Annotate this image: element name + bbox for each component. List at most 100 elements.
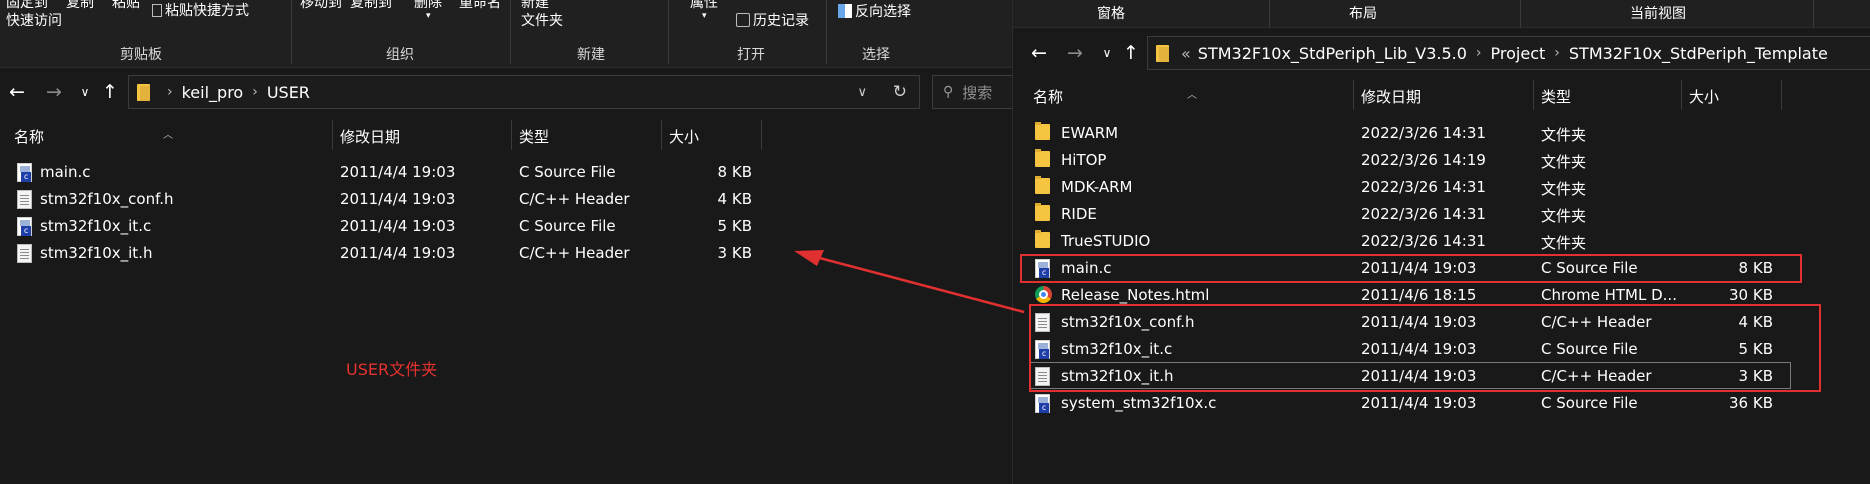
breadcrumb-item[interactable]: USER (267, 83, 310, 102)
file-row[interactable]: TrueSTUDIO 2022/3/26 14:31 文件夹 (1013, 228, 1870, 255)
address-history-chevron-icon[interactable]: ∨ (857, 85, 867, 100)
column-size[interactable]: 大小 (669, 126, 699, 147)
file-type: 文件夹 (1541, 126, 1587, 144)
pin-label-line1: 固定到 (6, 0, 48, 11)
file-type: Chrome HTML D... (1541, 286, 1677, 304)
new-folder-label-line2: 文件夹 (521, 13, 563, 29)
folder-icon (1035, 122, 1050, 140)
file-name: stm32f10x_it.h (40, 244, 153, 262)
file-row[interactable]: EWARM 2022/3/26 14:31 文件夹 (1013, 120, 1870, 147)
copy-to-button[interactable]: 复制到 (350, 0, 392, 12)
column-divider[interactable] (1781, 80, 1782, 110)
file-row[interactable]: HiTOP 2022/3/26 14:19 文件夹 (1013, 147, 1870, 174)
ribbon-divider (668, 0, 669, 64)
history-icon (736, 13, 750, 27)
history-label: 历史记录 (753, 13, 809, 29)
breadcrumb-item[interactable]: Project (1491, 44, 1546, 63)
invert-selection-icon (838, 4, 852, 18)
ribbon-tab-current-view[interactable]: 当前视图 (1630, 5, 1686, 23)
ribbon-tab-layout[interactable]: 布局 (1349, 5, 1377, 23)
ribbon-divider (291, 0, 292, 64)
delete-button[interactable]: 删除 ▾ (414, 0, 442, 21)
back-button[interactable]: ← (6, 79, 28, 105)
column-date[interactable]: 修改日期 (1361, 86, 1421, 107)
file-row[interactable]: system_stm32f10x.c 2011/4/4 19:03 C Source… (1013, 390, 1870, 417)
column-divider[interactable] (332, 120, 333, 150)
up-button[interactable]: ↑ (99, 79, 121, 105)
address-bar[interactable]: « STM32F10x_StdPeriph_Lib_V3.5.0 › Proje… (1147, 36, 1870, 70)
move-to-button[interactable]: 移动到 (300, 0, 342, 12)
breadcrumb-item[interactable]: STM32F10x_StdPeriph_Template (1569, 44, 1828, 63)
left-ribbon: 固定到 快速访问 复制 粘贴 粘贴快捷方式 移动到 复制到 删除 ▾ 重命名 新建… (0, 0, 1012, 68)
ribbon-group-new: 新建 (577, 47, 605, 63)
recent-locations-button[interactable]: ∨ (74, 79, 96, 105)
paste-button[interactable]: 粘贴 (112, 0, 140, 12)
file-row[interactable]: stm32f10x_it.c 2011/4/4 19:03 C Source Fil… (0, 213, 1012, 240)
back-button[interactable]: ← (1028, 40, 1050, 66)
header-file-icon (17, 244, 32, 263)
column-date[interactable]: 修改日期 (340, 126, 400, 147)
right-arrow-icon: → (1067, 42, 1083, 64)
file-row[interactable]: stm32f10x_it.h 2011/4/4 19:03 C/C++ Header… (0, 240, 1012, 267)
file-name: MDK-ARM (1061, 178, 1133, 196)
column-divider[interactable] (511, 120, 512, 150)
up-button[interactable]: ↑ (1120, 40, 1142, 66)
paste-shortcut-icon (152, 4, 162, 17)
file-type: 文件夹 (1541, 153, 1587, 171)
file-size: 8 KB (717, 163, 752, 181)
left-column-header: ︿ 名称 修改日期 类型 大小 (0, 120, 1012, 150)
file-type: C/C++ Header (519, 190, 630, 208)
column-divider[interactable] (1533, 80, 1534, 110)
forward-button[interactable]: → (43, 79, 65, 105)
column-divider[interactable] (661, 120, 662, 150)
file-size: 4 KB (717, 190, 752, 208)
recent-locations-button[interactable]: ∨ (1096, 40, 1118, 66)
breadcrumb-item[interactable]: STM32F10x_StdPeriph_Lib_V3.5.0 (1198, 44, 1467, 63)
invert-selection-button[interactable]: 反向选择 (838, 3, 911, 21)
ribbon-tab-pane[interactable]: 窗格 (1097, 5, 1125, 23)
rename-button[interactable]: 重命名 (459, 0, 501, 12)
forward-button[interactable]: → (1064, 40, 1086, 66)
ribbon-divider (1813, 0, 1814, 28)
properties-button[interactable]: 属性 ▾ (690, 0, 718, 21)
search-box[interactable]: ⚲ 搜索 (932, 75, 1022, 109)
new-folder-button[interactable]: 新建 文件夹 (521, 0, 563, 30)
breadcrumb-separator: › (1554, 45, 1560, 61)
column-name[interactable]: 名称 (14, 126, 44, 147)
ribbon-divider (1269, 0, 1270, 28)
delete-label: 删除 (414, 0, 442, 11)
column-divider[interactable] (1353, 80, 1354, 110)
pin-quick-access-button[interactable]: 固定到 快速访问 (6, 0, 62, 30)
breadcrumb-item[interactable]: keil_pro (182, 83, 244, 102)
search-icon: ⚲ (943, 84, 954, 100)
left-arrow-icon: ← (1031, 42, 1047, 64)
file-date: 2011/4/4 19:03 (340, 244, 456, 262)
column-type[interactable]: 类型 (1541, 86, 1571, 107)
breadcrumb-separator: › (252, 84, 258, 100)
file-row[interactable]: RIDE 2022/3/26 14:31 文件夹 (1013, 201, 1870, 228)
up-arrow-icon: ↑ (1123, 42, 1139, 64)
breadcrumb-overflow[interactable]: « (1181, 44, 1191, 63)
column-size[interactable]: 大小 (1689, 86, 1719, 107)
history-button[interactable]: 历史记录 (736, 12, 809, 30)
invert-selection-label: 反向选择 (855, 4, 911, 20)
file-row[interactable]: MDK-ARM 2022/3/26 14:31 文件夹 (1013, 174, 1870, 201)
file-row[interactable]: stm32f10x_conf.h 2011/4/4 19:03 C/C++ Head… (0, 186, 1012, 213)
refresh-icon[interactable]: ↻ (893, 82, 907, 102)
header-file-icon (17, 190, 32, 209)
pin-label-line2: 快速访问 (6, 13, 62, 29)
chevron-down-icon: ∨ (1102, 46, 1112, 60)
address-bar[interactable]: › keil_pro › USER ∨ ↻ (128, 75, 920, 109)
ribbon-group-select: 选择 (862, 47, 890, 63)
file-row[interactable]: main.c 2011/4/4 19:03 C Source File 8 KB (0, 159, 1012, 186)
paste-shortcut-button[interactable]: 粘贴快捷方式 (152, 2, 249, 20)
left-arrow-icon: ← (9, 81, 25, 103)
column-divider[interactable] (761, 120, 762, 150)
copy-button[interactable]: 复制 (66, 0, 94, 12)
left-explorer-window: 固定到 快速访问 复制 粘贴 粘贴快捷方式 移动到 复制到 删除 ▾ 重命名 新建… (0, 0, 1022, 484)
ribbon-group-organize: 组织 (386, 47, 414, 63)
column-type[interactable]: 类型 (519, 126, 549, 147)
column-divider[interactable] (1681, 80, 1682, 110)
column-name[interactable]: 名称 (1033, 86, 1063, 107)
file-name: TrueSTUDIO (1061, 232, 1151, 250)
